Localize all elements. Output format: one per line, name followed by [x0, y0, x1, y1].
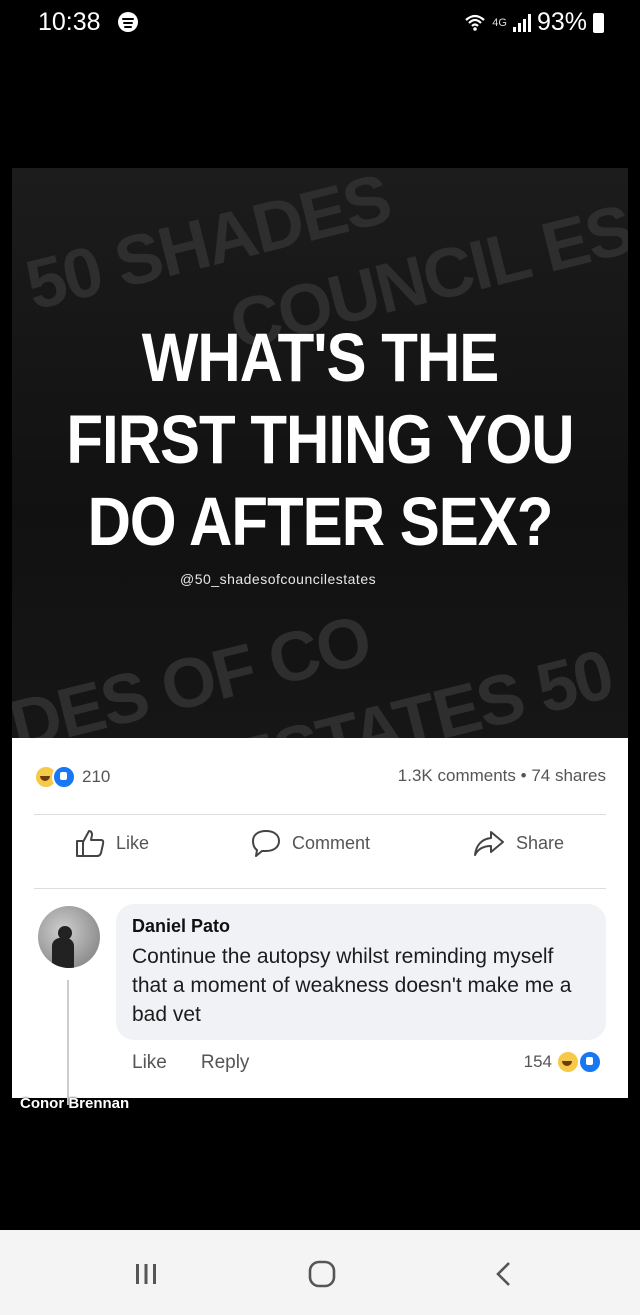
comment-actions: Like Reply	[132, 1052, 249, 1074]
wifi-icon	[465, 14, 485, 31]
share-button[interactable]: Share	[472, 828, 564, 858]
comment-button[interactable]: Comment	[250, 828, 370, 858]
comment-reactions[interactable]: 154	[524, 1050, 602, 1074]
headline-line: DO AFTER SEX?	[87, 482, 554, 560]
separator: •	[520, 766, 527, 785]
post-image[interactable]: 50 SHADES COUNCIL ES DES OF CO ESTATES 5…	[12, 168, 628, 738]
engagement-meta: 1.3K comments • 74 shares	[398, 766, 606, 786]
home-button[interactable]	[302, 1258, 342, 1290]
haha-reaction-icon	[556, 1050, 580, 1074]
battery-percent: 93%	[536, 8, 587, 36]
share-label: Share	[516, 832, 565, 853]
comment-label: Comment	[292, 832, 371, 853]
comment-reaction-count: 154	[523, 1052, 552, 1071]
back-icon	[496, 1262, 510, 1286]
share-arrow-icon	[474, 831, 504, 856]
status-icons: 4G 93%	[464, 8, 604, 37]
navigation-bar	[0, 1230, 640, 1315]
like-button[interactable]: Like	[74, 828, 149, 858]
speech-bubble-icon	[252, 830, 280, 857]
post-stats: 210 1.3K comments • 74 shares	[12, 738, 628, 814]
signal-icon	[512, 13, 531, 32]
back-button[interactable]	[486, 1258, 522, 1290]
thumbs-up-icon	[76, 830, 105, 857]
comments-count[interactable]: 1.3K comments	[398, 766, 516, 785]
comment-reply-button[interactable]: Reply	[201, 1052, 250, 1074]
post-actions: Like Comment Share	[12, 828, 628, 878]
reaction-count: 210	[82, 767, 111, 786]
reactions-summary[interactable]: 210	[34, 765, 110, 789]
comment-author[interactable]: Daniel Pato	[132, 916, 230, 937]
battery-icon	[593, 12, 604, 33]
divider	[34, 888, 606, 889]
comment-bubble[interactable]: Daniel Pato Continue the autopsy whilst …	[116, 904, 606, 1040]
like-reaction-icon	[578, 1050, 602, 1074]
comment-like-button[interactable]: Like	[132, 1052, 167, 1074]
thread-line	[67, 980, 69, 1105]
post-card: 210 1.3K comments • 74 shares Like Comme…	[12, 738, 628, 1105]
recent-apps-icon	[136, 1264, 156, 1284]
status-bar: 10:38 4G 93%	[0, 0, 640, 44]
network-type: 4G	[492, 16, 507, 29]
like-label: Like	[116, 832, 150, 853]
like-reaction-icon	[52, 765, 76, 789]
headline-line: WHAT'S THE	[141, 318, 499, 396]
divider	[34, 814, 606, 815]
comment-text: Continue the autopsy whilst reminding my…	[132, 945, 572, 1026]
recent-apps-button[interactable]	[128, 1258, 164, 1290]
clock: 10:38	[38, 8, 101, 36]
avatar[interactable]	[38, 906, 100, 968]
spotify-icon	[118, 12, 138, 32]
watermark: @50_shadesofcouncilestates	[180, 571, 377, 587]
home-icon	[308, 1260, 336, 1288]
headline-line: FIRST THING YOU	[66, 400, 574, 478]
shares-count[interactable]: 74 shares	[531, 766, 606, 785]
overlay-name: Conor Brennan	[20, 1095, 130, 1112]
